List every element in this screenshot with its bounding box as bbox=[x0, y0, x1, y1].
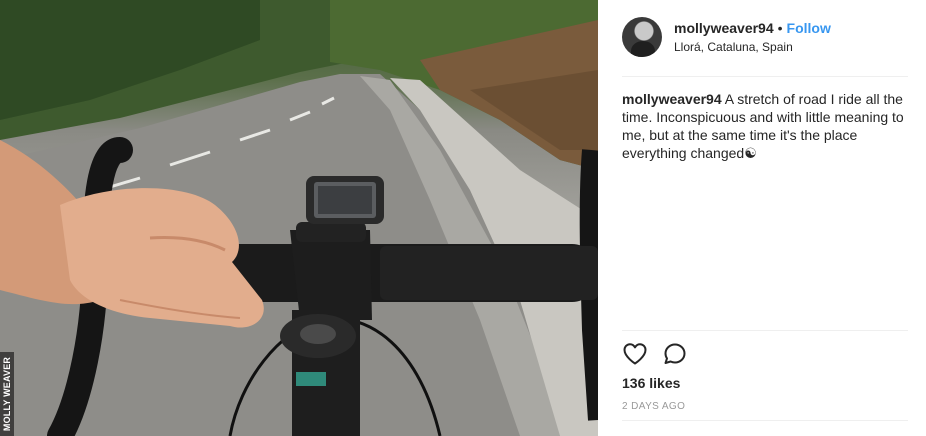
post-header: mollyweaver94 • Follow Llorá, Cataluna, Sp… bbox=[622, 17, 908, 57]
post-caption: mollyweaver94 A stretch of road I ride a… bbox=[622, 90, 914, 162]
cycling-photo-illustration bbox=[0, 0, 598, 436]
photo-credit-label: MOLLY WEAVER bbox=[2, 356, 12, 432]
actions-divider bbox=[622, 330, 908, 331]
comment-icon[interactable] bbox=[662, 341, 688, 367]
follow-button[interactable]: Follow bbox=[787, 20, 831, 36]
heart-icon[interactable] bbox=[622, 341, 648, 367]
post-timestamp[interactable]: 2 DAYS AGO bbox=[622, 401, 685, 412]
location-link[interactable]: Llorá, Cataluna, Spain bbox=[674, 40, 793, 54]
post-side-panel: mollyweaver94 • Follow Llorá, Cataluna, Sp… bbox=[598, 0, 926, 436]
username-link[interactable]: mollyweaver94 bbox=[674, 20, 774, 36]
avatar[interactable] bbox=[622, 17, 662, 57]
header-divider bbox=[622, 76, 908, 77]
footer-divider bbox=[622, 420, 908, 421]
post-photo[interactable]: MOLLY WEAVER bbox=[0, 0, 598, 436]
user-line: mollyweaver94 • Follow bbox=[674, 20, 831, 36]
separator-dot: • bbox=[777, 20, 783, 36]
caption-username-link[interactable]: mollyweaver94 bbox=[622, 91, 722, 107]
likes-count[interactable]: 136 likes bbox=[622, 375, 680, 391]
post-actions bbox=[622, 341, 742, 367]
photo-credit: MOLLY WEAVER bbox=[0, 352, 14, 436]
